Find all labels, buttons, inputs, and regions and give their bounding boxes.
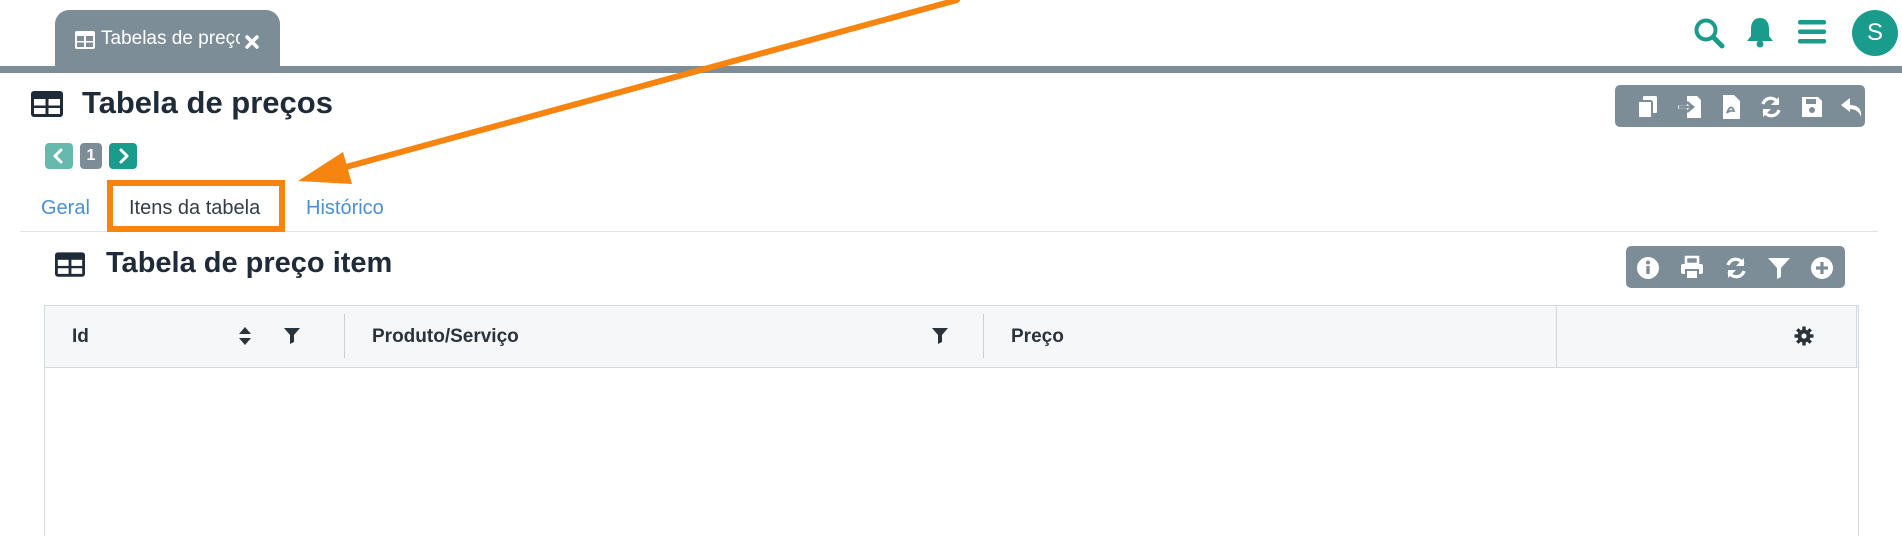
- add-icon[interactable]: [1809, 255, 1835, 281]
- table-header: Id Produto/Serviço Preço: [45, 306, 1858, 368]
- pager-prev-button[interactable]: [45, 143, 73, 169]
- import-icon[interactable]: [1677, 94, 1703, 120]
- column-header-preco[interactable]: Preço: [1011, 326, 1064, 348]
- window-tab[interactable]: Tabelas de preços: [55, 10, 280, 72]
- page-title: Tabela de preços: [82, 85, 333, 120]
- column-separator: [1556, 306, 1557, 367]
- undo-icon[interactable]: [1839, 94, 1865, 120]
- bell-icon[interactable]: [1745, 16, 1775, 53]
- filter-icon[interactable]: [931, 327, 949, 350]
- top-bar-divider: [0, 66, 1902, 73]
- table-icon: [31, 91, 63, 122]
- page-toolbar: [1615, 85, 1865, 127]
- section-title: Tabela de preço item: [106, 247, 393, 279]
- filter-icon[interactable]: [1766, 255, 1792, 281]
- gear-icon[interactable]: [1794, 326, 1814, 351]
- column-header-produto-servico[interactable]: Produto/Serviço: [372, 326, 519, 348]
- copy-icon[interactable]: [1635, 94, 1661, 120]
- avatar[interactable]: S: [1852, 10, 1898, 56]
- filter-icon[interactable]: [283, 327, 301, 350]
- column-separator: [1856, 306, 1857, 367]
- refresh-icon[interactable]: [1723, 255, 1749, 281]
- refresh-icon[interactable]: [1758, 94, 1784, 120]
- column-header-id[interactable]: Id: [72, 326, 89, 348]
- sort-icon[interactable]: [238, 326, 252, 351]
- section-toolbar: [1626, 246, 1845, 288]
- info-icon[interactable]: [1635, 255, 1661, 281]
- items-table: Id Produto/Serviço Preço: [44, 305, 1859, 536]
- table-icon: [55, 252, 85, 282]
- tabs-divider: [20, 231, 1878, 232]
- column-separator[interactable]: [344, 314, 345, 358]
- window-tab-title: Tabelas de preços: [101, 28, 240, 49]
- close-icon[interactable]: [244, 34, 260, 56]
- pager-next-button[interactable]: [109, 143, 137, 169]
- search-icon[interactable]: [1693, 17, 1725, 54]
- table-body: [45, 368, 1858, 536]
- menu-icon[interactable]: [1797, 19, 1827, 50]
- tab-geral[interactable]: Geral: [41, 197, 90, 220]
- tab-historico[interactable]: Histórico: [306, 197, 384, 220]
- table-icon: [75, 31, 95, 55]
- column-separator[interactable]: [983, 314, 984, 358]
- save-icon[interactable]: [1799, 94, 1825, 120]
- annotation-highlight-box: [107, 180, 285, 232]
- pager-current-page: 1: [80, 143, 102, 169]
- print-icon[interactable]: [1679, 255, 1705, 281]
- top-bar: [0, 0, 1902, 66]
- pdf-icon[interactable]: [1718, 94, 1744, 120]
